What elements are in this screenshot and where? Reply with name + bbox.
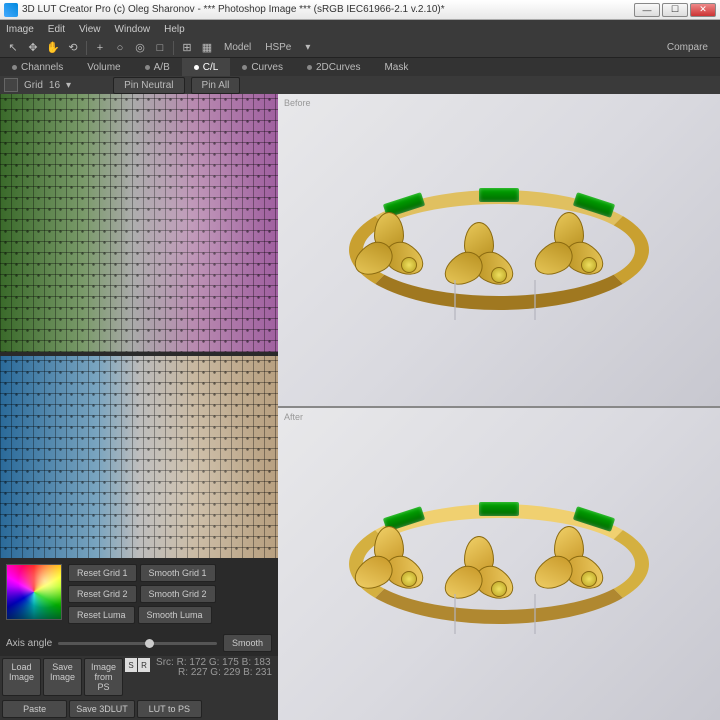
tool-square-icon[interactable]: □: [151, 40, 169, 56]
tab-2dcurves[interactable]: 2DCurves: [295, 58, 372, 76]
tool-move-icon[interactable]: ✥: [24, 40, 42, 56]
preview-after[interactable]: After: [278, 408, 720, 720]
grid-label: Grid: [24, 80, 43, 91]
sub-toolbar: Grid 16 ▾ Pin Neutral Pin All: [0, 76, 720, 94]
lut-to-ps-button[interactable]: LUT to PS: [137, 700, 202, 718]
smooth-button[interactable]: Smooth: [223, 634, 272, 652]
jewelry-image: [334, 160, 664, 340]
tool-plus-icon[interactable]: +: [91, 40, 109, 56]
preview-before[interactable]: Before: [278, 94, 720, 406]
color-wheel[interactable]: [6, 564, 62, 620]
color-grid-2[interactable]: [0, 356, 278, 558]
menu-view[interactable]: View: [79, 24, 101, 35]
smooth-luma-button[interactable]: Smooth Luma: [138, 606, 212, 624]
tab-curves[interactable]: Curves: [230, 58, 295, 76]
tool-grid-icon[interactable]: ⊞: [178, 40, 196, 56]
before-label: Before: [284, 98, 311, 108]
left-panel: Reset Grid 1 Smooth Grid 1 Reset Grid 2 …: [0, 94, 278, 720]
menu-help[interactable]: Help: [164, 24, 185, 35]
smooth-grid2-button[interactable]: Smooth Grid 2: [140, 585, 216, 603]
close-button[interactable]: ✕: [690, 3, 716, 17]
menu-bar: Image Edit View Window Help: [0, 20, 720, 38]
model-label: Model: [224, 42, 251, 53]
paste-button[interactable]: Paste: [2, 700, 67, 718]
r-toggle[interactable]: R: [138, 658, 150, 672]
tool-arrow-icon[interactable]: ↖: [4, 40, 22, 56]
grid-toggle-icon[interactable]: [4, 78, 18, 92]
save-3dlut-button[interactable]: Save 3DLUT: [69, 700, 134, 718]
tab-volume[interactable]: Volume: [75, 58, 132, 76]
menu-window[interactable]: Window: [115, 24, 151, 35]
pin-all-button[interactable]: Pin All: [191, 77, 241, 94]
preview-panel: Before After: [278, 94, 720, 720]
tab-channels[interactable]: Channels: [0, 58, 75, 76]
s-toggle[interactable]: S: [125, 658, 137, 672]
save-image-button[interactable]: Save Image: [43, 658, 82, 696]
menu-image[interactable]: Image: [6, 24, 34, 35]
compare-button[interactable]: Compare: [667, 42, 708, 53]
axis-slider[interactable]: [58, 642, 217, 645]
after-label: After: [284, 412, 303, 422]
tab-bar: Channels Volume A/B C/L Curves 2DCurves …: [0, 58, 720, 76]
hsp-dropdown[interactable]: HSPe: [265, 42, 291, 53]
image-from-ps-button[interactable]: Image from PS: [84, 658, 123, 696]
load-image-button[interactable]: Load Image: [2, 658, 41, 696]
title-bar: 3D LUT Creator Pro (c) Oleg Sharonov - *…: [0, 0, 720, 20]
grid-value[interactable]: 16: [49, 80, 60, 91]
tool-rotate-icon[interactable]: ⟲: [64, 40, 82, 56]
color-grid-1[interactable]: [0, 94, 278, 352]
tool-mesh-icon[interactable]: ▦: [198, 40, 216, 56]
color-readout: Src: R: 172 G: 175 B: 183 R: 227 G: 229 …: [152, 658, 276, 696]
app-icon: [4, 3, 18, 17]
axis-label: Axis angle: [6, 638, 52, 649]
pin-neutral-button[interactable]: Pin Neutral: [113, 77, 184, 94]
tool-target-icon[interactable]: ◎: [131, 40, 149, 56]
menu-edit[interactable]: Edit: [48, 24, 65, 35]
maximize-button[interactable]: ☐: [662, 3, 688, 17]
smooth-grid1-button[interactable]: Smooth Grid 1: [140, 564, 216, 582]
jewelry-image: [334, 474, 664, 654]
tool-hand-icon[interactable]: ✋: [44, 40, 62, 56]
reset-luma-button[interactable]: Reset Luma: [68, 606, 135, 624]
tab-cl[interactable]: C/L: [182, 58, 231, 76]
tab-ab[interactable]: A/B: [133, 58, 182, 76]
toolbar: ↖ ✥ ✋ ⟲ + ○ ◎ □ ⊞ ▦ Model HSPe ▾ Compare: [0, 38, 720, 58]
reset-grid2-button[interactable]: Reset Grid 2: [68, 585, 137, 603]
window-title: 3D LUT Creator Pro (c) Oleg Sharonov - *…: [22, 4, 634, 15]
minimize-button[interactable]: —: [634, 3, 660, 17]
reset-grid1-button[interactable]: Reset Grid 1: [68, 564, 137, 582]
tab-mask[interactable]: Mask: [372, 58, 420, 76]
tool-circle-icon[interactable]: ○: [111, 40, 129, 56]
